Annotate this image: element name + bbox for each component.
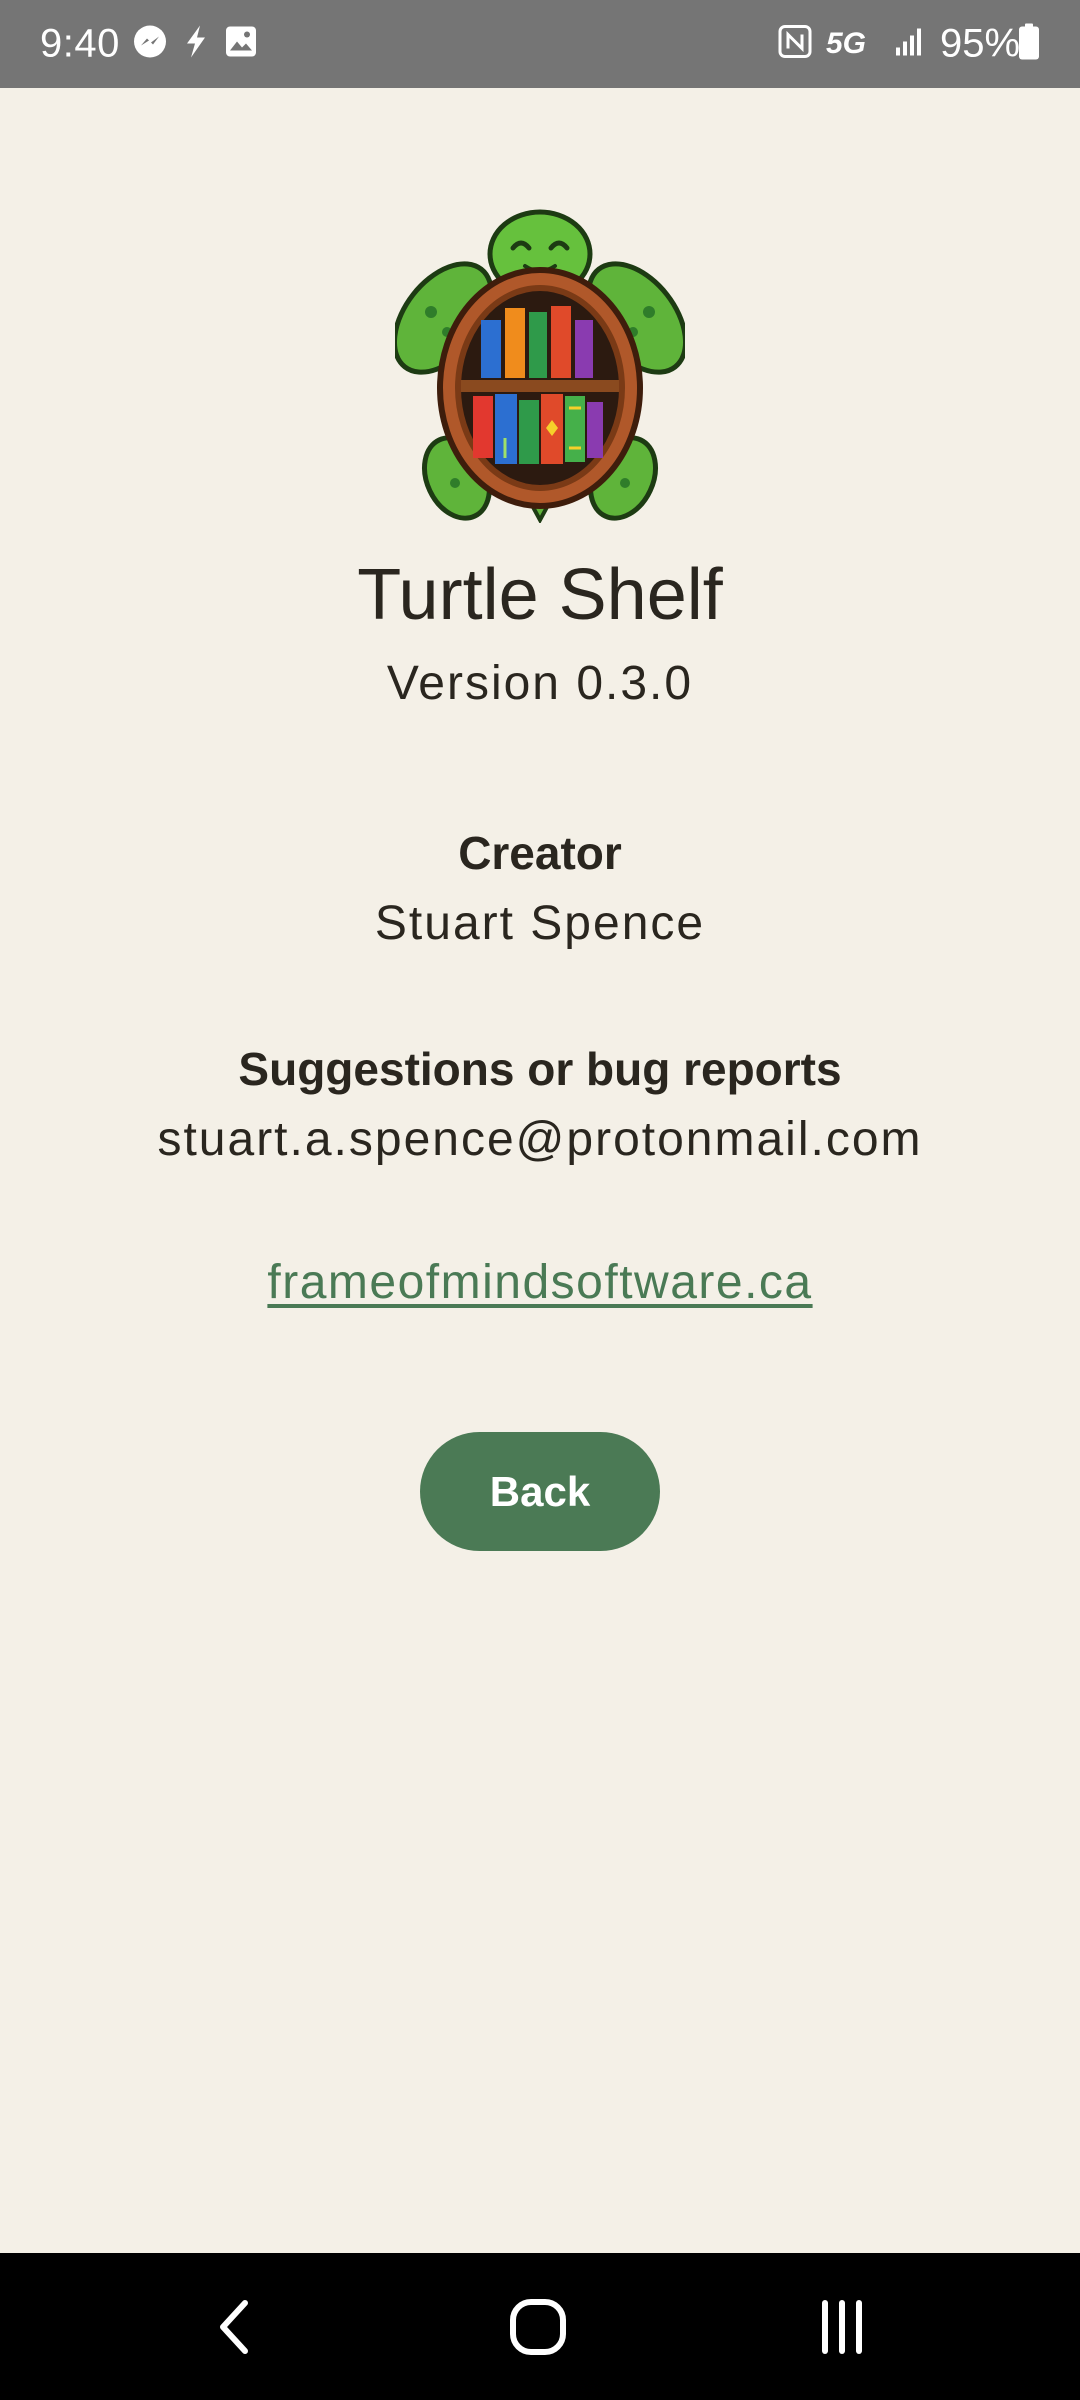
messenger-icon: [132, 24, 168, 65]
recents-nav-icon[interactable]: [762, 2253, 922, 2400]
back-nav-icon[interactable]: [155, 2253, 315, 2400]
contact-email[interactable]: stuart.a.spence@protonmail.com: [0, 1110, 1080, 1170]
5g-icon: 5G: [826, 27, 867, 60]
creator-heading: Creator: [458, 827, 622, 879]
navigation-bar: [0, 2253, 1080, 2400]
flash-icon: [182, 24, 210, 65]
about-screen: Turtle Shelf Version 0.3.0 Creator Stuar…: [0, 88, 1080, 2253]
status-time: 9:40: [40, 21, 120, 66]
suggestions-heading: Suggestions or bug reports: [238, 1043, 842, 1095]
website-link[interactable]: frameofmindsoftware.ca: [0, 1253, 1080, 1313]
battery-icon: [1018, 23, 1040, 66]
battery-percent: 95%: [940, 21, 1021, 66]
creator-name: Stuart Spence: [374, 897, 706, 950]
home-nav-icon[interactable]: [458, 2253, 618, 2400]
nfc-icon: [778, 25, 812, 64]
status-bar: 9:40 5G 95%: [0, 0, 1080, 88]
signal-icon: [894, 26, 926, 63]
back-button[interactable]: Back: [420, 1432, 660, 1551]
app-version: Version 0.3.0: [386, 657, 694, 710]
turtle-bookshelf-logo: [391, 208, 689, 525]
image-icon: [224, 25, 258, 64]
app-title: Turtle Shelf: [357, 555, 723, 635]
